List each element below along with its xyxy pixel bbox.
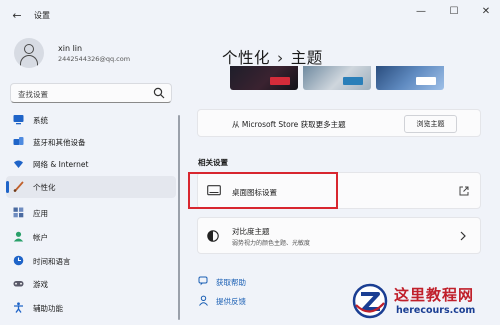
bluetooth-icon — [13, 137, 24, 145]
give-feedback-label: 提供反馈 — [216, 297, 246, 306]
accounts-icon — [13, 231, 24, 242]
apps-icon — [13, 207, 24, 218]
settings-window: ← 设置 — ☐ ✕ xin lin 2442544326@qq.com 查找设… — [0, 0, 500, 325]
personalization-icon — [13, 181, 24, 192]
avatar[interactable] — [14, 38, 44, 68]
page-title: 主题 — [290, 49, 323, 67]
sidebar-item-apps[interactable]: 应用 — [6, 202, 176, 224]
system-icon — [13, 115, 24, 125]
help-icon — [198, 276, 208, 286]
theme-thumbnails — [230, 66, 444, 90]
site-logo-icon — [352, 283, 388, 319]
sidebar-item-label: 游戏 — [33, 280, 48, 289]
sidebar-item-label: 辅助功能 — [33, 304, 63, 313]
search-input[interactable]: 查找设置 — [10, 83, 172, 103]
close-button[interactable]: ✕ — [478, 5, 494, 19]
site-watermark: 这里教程网 herecours.com — [350, 281, 500, 325]
feedback-icon — [199, 295, 208, 306]
account-email: 2442544326@qq.com — [58, 55, 131, 63]
browse-themes-button[interactable]: 浏览主题 — [404, 115, 457, 133]
sidebar-item-time-language[interactable]: 时间和语言 — [6, 250, 176, 272]
active-indicator — [6, 181, 9, 193]
sidebar-item-bluetooth[interactable]: 蓝牙和其他设备 — [6, 131, 176, 153]
sidebar-item-accounts[interactable]: 帐户 — [6, 226, 176, 248]
contrast-themes-item[interactable]: 对比度主题 弱势视力的颜色主题、光敏度 — [197, 217, 481, 254]
account-name: xin lin — [58, 44, 83, 53]
sidebar-item-label: 网络 & Internet — [33, 160, 89, 169]
sidebar-item-label: 帐户 — [33, 233, 48, 242]
gaming-icon — [13, 281, 24, 287]
accessibility-icon — [14, 302, 23, 313]
back-button[interactable]: ← — [10, 9, 24, 23]
theme-thumbnail[interactable] — [230, 66, 298, 90]
external-link-icon — [459, 186, 469, 196]
time-language-icon — [13, 255, 24, 266]
search-icon — [153, 87, 165, 99]
contrast-icon — [207, 230, 219, 242]
title-bar: ← 设置 — ☐ ✕ — [0, 0, 500, 30]
sidebar-item-label: 个性化 — [33, 183, 56, 192]
app-title: 设置 — [34, 11, 50, 20]
avatar-body-shape — [20, 55, 38, 68]
watermark-title: 这里教程网 — [394, 286, 475, 304]
breadcrumb-parent[interactable]: 个性化 — [222, 49, 270, 67]
maximize-button[interactable]: ☐ — [446, 5, 462, 19]
theme-accent-swatch — [343, 77, 363, 85]
contrast-themes-subtitle: 弱势视力的颜色主题、光敏度 — [232, 240, 311, 247]
sidebar-item-personalization[interactable]: 个性化 — [6, 176, 176, 198]
avatar-head-shape — [24, 44, 34, 54]
watermark-url: herecours.com — [396, 305, 476, 316]
related-settings-heading: 相关设置 — [198, 158, 228, 167]
sidebar-item-label: 蓝牙和其他设备 — [33, 138, 86, 147]
store-text: 从 Microsoft Store 获取更多主题 — [232, 120, 346, 129]
contrast-themes-label: 对比度主题 — [232, 227, 270, 236]
chevron-right-icon — [460, 231, 466, 241]
get-help-label: 获取帮助 — [216, 278, 246, 287]
breadcrumb-separator: › — [277, 49, 284, 67]
network-icon — [14, 160, 23, 168]
theme-thumbnail[interactable] — [376, 66, 444, 90]
theme-accent-swatch — [270, 77, 290, 85]
sidebar-item-label: 系统 — [33, 116, 48, 125]
minimize-button[interactable]: — — [413, 5, 429, 19]
sidebar-item-network[interactable]: 网络 & Internet — [6, 153, 176, 175]
theme-accent-swatch — [416, 77, 436, 85]
sidebar-item-gaming[interactable]: 游戏 — [6, 273, 176, 295]
sidebar-item-accessibility[interactable]: 辅助功能 — [6, 297, 176, 319]
sidebar-item-label: 应用 — [33, 209, 48, 218]
store-panel: 从 Microsoft Store 获取更多主题 浏览主题 — [197, 109, 481, 137]
sidebar-item-label: 时间和语言 — [33, 257, 71, 266]
sidebar-scrollbar[interactable] — [178, 115, 180, 320]
sidebar-item-system[interactable]: 系统 — [6, 109, 176, 131]
annotation-highlight-box — [188, 172, 338, 209]
breadcrumb: 个性化 › 主题 — [222, 46, 323, 68]
search-placeholder: 查找设置 — [18, 90, 48, 99]
theme-thumbnail[interactable] — [303, 66, 371, 90]
